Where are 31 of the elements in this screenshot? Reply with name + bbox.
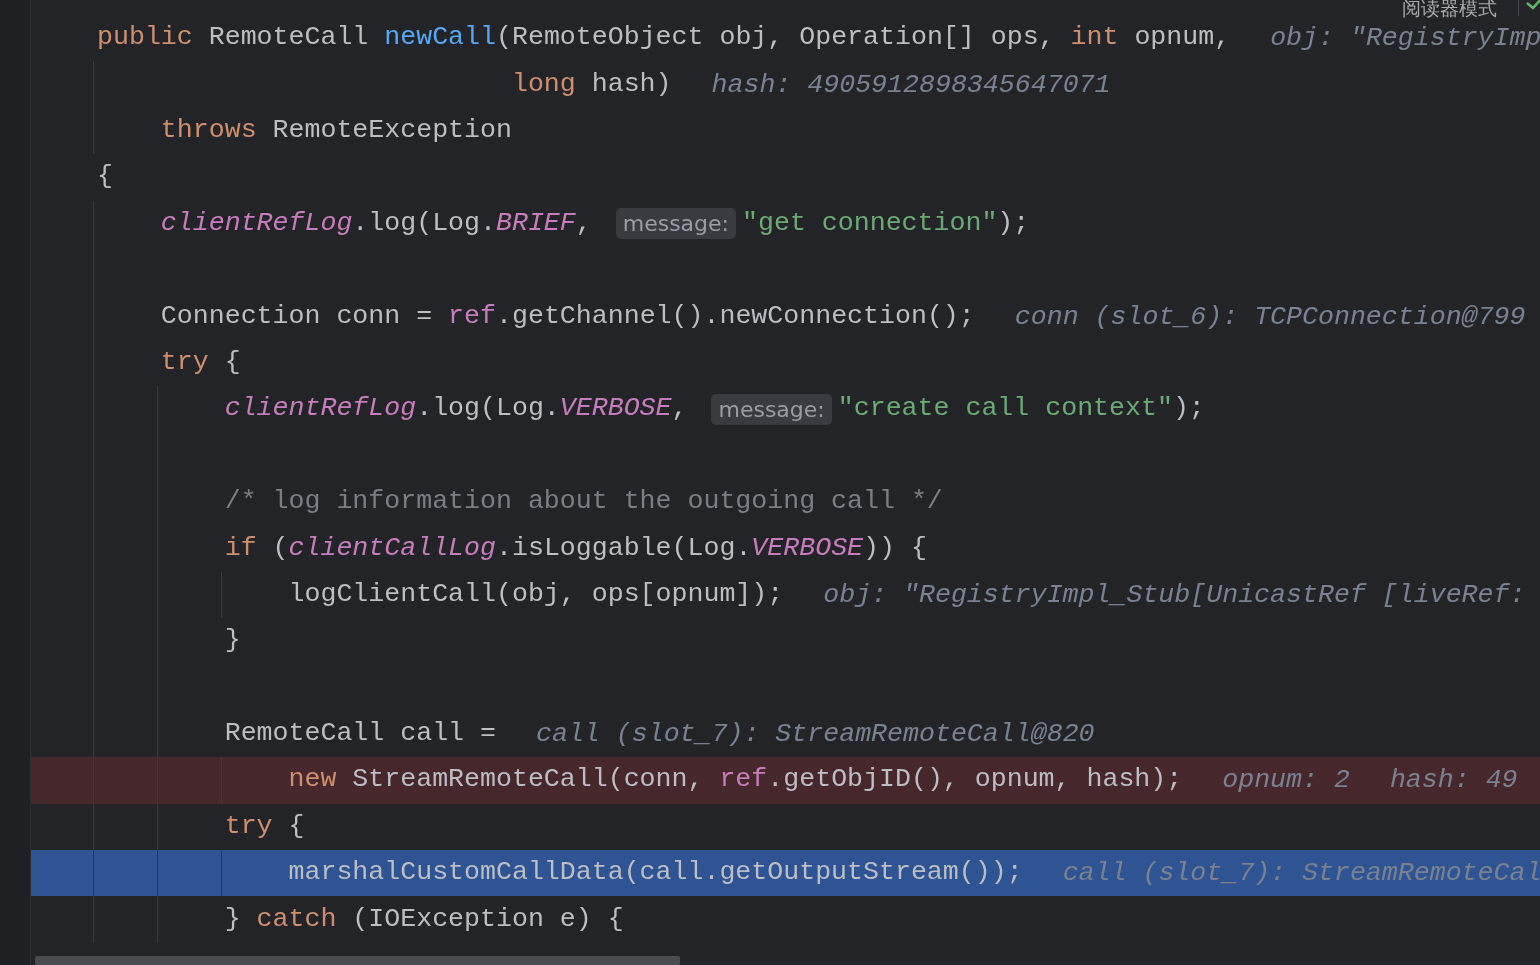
code-line: try { bbox=[159, 346, 241, 379]
inline-debug-value: conn (slot_6): TCPConnection@799 bbox=[1014, 301, 1526, 332]
code-line: try { bbox=[223, 810, 305, 843]
inline-debug-value: call (slot_7): StreamRemoteCal bbox=[1062, 858, 1540, 889]
code-comment: /* log information about the outgoing call */ bbox=[223, 486, 943, 519]
inline-debug-value: call (slot_7): StreamRemoteCall@820 bbox=[536, 719, 1095, 750]
code-line: Connection conn = ref.getChannel().newConnection(); bbox=[159, 300, 975, 333]
reader-mode-label[interactable]: 阅读器模式 bbox=[1402, 0, 1498, 18]
code-line: if (clientCallLog.isLoggable(Log.VERBOSE)) { bbox=[223, 532, 927, 565]
inline-debug-value: opnum: 2 bbox=[1222, 765, 1350, 796]
code-line: RemoteCall call = bbox=[223, 718, 496, 750]
inline-debug-value: hash: 49 bbox=[1389, 765, 1518, 796]
code-line: public RemoteCall newCall(RemoteObject obj, Operation[] ops, int opnum, bbox=[97, 22, 1231, 55]
code-line: clientRefLog.log(Log.BRIEF, bbox=[159, 207, 593, 240]
code-line: new StreamRemoteCall(conn, ref.getObjID(), opnum, hash); bbox=[287, 764, 1183, 797]
code-line: logClientCall(obj, ops[opnum]); bbox=[287, 578, 784, 611]
inline-debug-value: hash: 4905912898345647071 bbox=[711, 69, 1111, 100]
horizontal-scrollbar[interactable] bbox=[35, 956, 680, 965]
code-line: "get connection"); bbox=[742, 207, 1030, 240]
code-line: throws RemoteException bbox=[159, 115, 512, 147]
code-line: { bbox=[97, 161, 113, 194]
code-line: long hash) bbox=[510, 68, 672, 101]
code-line: clientRefLog.log(Log.VERBOSE, bbox=[223, 393, 689, 426]
code-line: marshalCustomCallData(call.getOutputStream()); bbox=[287, 857, 1023, 890]
code-line: "create call context"); bbox=[837, 393, 1205, 426]
code-line: } catch (IOException e) { bbox=[223, 903, 624, 936]
inline-debug-value: obj: "RegistryImp bbox=[1270, 23, 1540, 54]
parameter-hint: message: bbox=[615, 208, 736, 240]
parameter-hint: message: bbox=[711, 393, 832, 425]
inline-debug-value: obj: "RegistryImpl_Stub[UnicastRef [liveRef: bbox=[823, 579, 1526, 610]
code-line: } bbox=[223, 625, 241, 658]
